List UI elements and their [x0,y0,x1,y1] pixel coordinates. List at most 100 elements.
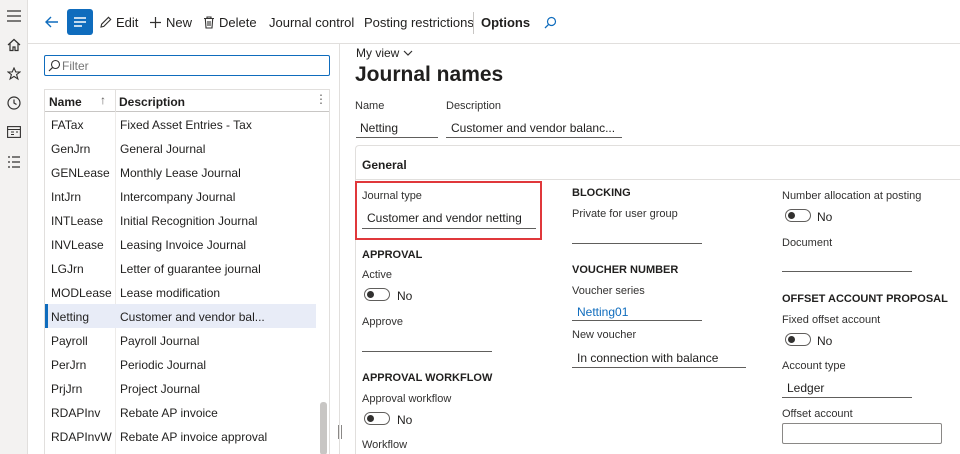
table-row[interactable]: RDAPInv Rebate AP invoice [45,400,316,424]
approval-group-header: APPROVAL [362,249,423,261]
column-header-description[interactable]: Description [119,95,185,109]
new-voucher-label: New voucher [572,329,637,341]
options-label: Options [481,14,531,30]
workspaces-icon[interactable] [4,122,24,142]
table-row-selected[interactable]: Netting Customer and vendor bal... [45,304,316,328]
trash-icon [204,15,214,29]
row-name: LGJrn [51,262,84,276]
blocking-group-header: BLOCKING [572,187,631,199]
offset-account-input[interactable] [782,423,942,444]
name-field-underline [356,137,438,138]
row-description: Fixed Asset Entries - Tax [120,118,252,132]
voucher-series-underline [572,320,702,321]
row-name: MODLease [51,286,112,300]
sort-ascending-icon[interactable]: ↑ [100,93,106,107]
row-name: Payroll [51,334,88,348]
row-description: Rebate AP invoice [120,406,218,420]
row-name: FATax [51,118,84,132]
document-field-underline[interactable] [782,271,912,272]
journal-type-highlight-box [355,181,542,240]
number-allocation-toggle-value: No [817,210,833,224]
table-row[interactable]: RDAPInvW Rebate AP invoice approval [45,424,316,448]
table-row[interactable]: GENLease Monthly Lease Journal [45,160,316,184]
name-label: Name [355,100,385,112]
active-label: Active [362,269,392,281]
filter-box[interactable] [44,55,330,76]
column-header-name[interactable]: Name [49,95,82,109]
row-name: GENLease [51,166,110,180]
row-description: Monthly Lease Journal [120,166,241,180]
page-title: Journal names [355,63,504,86]
new-label: New [166,14,193,30]
row-description: Periodic Journal [120,358,207,372]
nav-bar [0,0,28,454]
workflow-label: Workflow [362,439,408,451]
journal-names-grid: Name ↑ Description ⋮ FATax Fixed Asset En… [44,89,330,454]
hamburger-menu-icon[interactable] [4,6,24,26]
journal-list-pane: Name ↑ Description ⋮ FATax Fixed Asset En… [36,44,340,454]
offset-account-label: Offset account [782,408,853,420]
table-row[interactable]: IntJrn Intercompany Journal [45,184,316,208]
number-allocation-toggle[interactable] [785,209,811,222]
approve-field-underline[interactable] [362,351,492,352]
home-icon[interactable] [4,35,24,55]
fixed-offset-account-label: Fixed offset account [782,314,881,326]
row-name: Netting [51,310,90,324]
search-icon [48,59,61,72]
description-field-underline [446,137,622,138]
row-name: PerJrn [51,358,87,372]
recent-clock-icon[interactable] [4,93,24,113]
table-row[interactable]: Payroll Payroll Journal [45,328,316,352]
pencil-icon [100,16,112,28]
delete-button[interactable]: Delete [203,0,257,44]
table-row[interactable]: PrjJrn Project Journal [45,376,316,400]
table-row[interactable]: FATax Fixed Asset Entries - Tax [45,112,316,136]
pane-splitter-handle[interactable] [338,425,342,439]
options-tab[interactable]: Options [481,0,530,44]
delete-label: Delete [219,14,257,30]
posting-restrictions-label: Posting restrictions [364,14,474,30]
table-row[interactable]: GenJrn General Journal [45,136,316,160]
scrollbar-thumb[interactable] [320,402,327,454]
new-voucher-value[interactable]: In connection with balance [577,351,718,365]
document-label: Document [782,237,833,249]
table-row[interactable]: INTLease Initial Recognition Journal [45,208,316,232]
fixed-offset-account-toggle[interactable] [785,333,811,346]
offset-account-proposal-group-header: OFFSET ACCOUNT PROPOSAL [782,293,948,305]
favorites-star-icon[interactable] [4,64,24,84]
back-button[interactable] [45,0,63,44]
general-section-header[interactable]: General [362,158,407,172]
search-button[interactable] [544,0,561,44]
row-description: General Journal [120,142,206,156]
modules-list-icon[interactable] [4,152,24,172]
edit-button[interactable]: Edit [99,0,138,44]
name-value[interactable]: Netting [360,121,398,135]
row-name: INTLease [51,214,104,228]
table-row[interactable]: LGJrn Letter of guarantee journal [45,256,316,280]
new-button[interactable]: New [149,0,192,44]
filter-input[interactable] [62,58,322,73]
table-row[interactable]: INVLease Leasing Invoice Journal [45,232,316,256]
column-divider [115,90,116,112]
table-row[interactable]: MODLease Lease modification [45,280,316,304]
description-value[interactable]: Customer and vendor balanc... [451,121,615,135]
table-row[interactable]: PerJrn Periodic Journal [45,352,316,376]
search-icon [544,16,557,28]
active-toggle[interactable] [364,288,390,301]
posting-restrictions-button[interactable]: Posting restrictions [364,0,474,44]
voucher-series-link[interactable]: Netting01 [577,305,628,319]
row-description: Initial Recognition Journal [120,214,258,228]
approval-workflow-group-header: APPROVAL WORKFLOW [362,372,493,384]
journal-control-label: Journal control [269,14,355,30]
more-options-icon[interactable]: ⋮ [315,92,327,106]
description-label: Description [446,100,502,112]
row-description: Payroll Journal [120,334,200,348]
account-type-value[interactable]: Ledger [787,381,824,395]
lines-icon [74,17,86,27]
my-view-dropdown[interactable]: My view [356,46,413,60]
row-name: RDAPInv [51,406,101,420]
journal-control-button[interactable]: Journal control [269,0,354,44]
list-view-toggle-button[interactable] [67,9,93,35]
approval-workflow-toggle[interactable] [364,412,390,425]
private-for-user-group-underline[interactable] [572,243,702,244]
